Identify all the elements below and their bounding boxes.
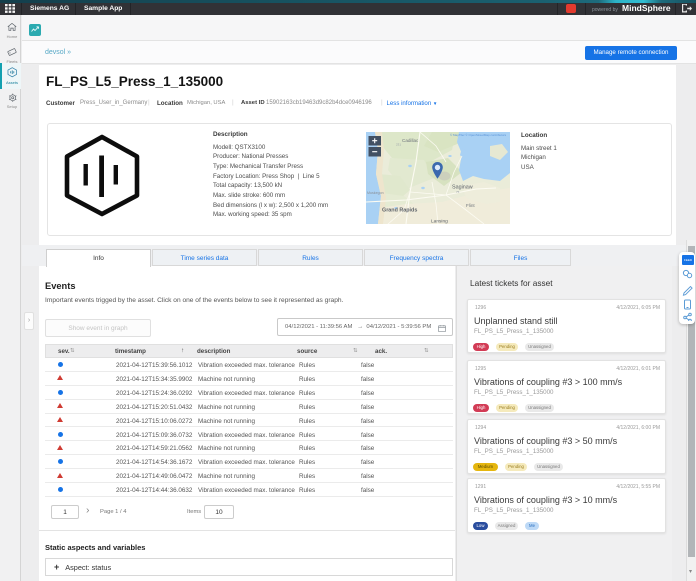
svg-text:© MapTiler © OpenStreetMap con: © MapTiler © OpenStreetMap contributors	[450, 133, 507, 137]
svg-text:Flint: Flint	[466, 203, 475, 208]
svg-text:231: 231	[396, 143, 401, 147]
svg-text:75: 75	[456, 190, 460, 194]
svg-text:Grand Rapids: Grand Rapids	[382, 208, 417, 214]
svg-text:Cadillac: Cadillac	[402, 138, 419, 143]
svg-text:Lansing: Lansing	[431, 219, 448, 225]
svg-text:Muskegon: Muskegon	[367, 191, 384, 195]
